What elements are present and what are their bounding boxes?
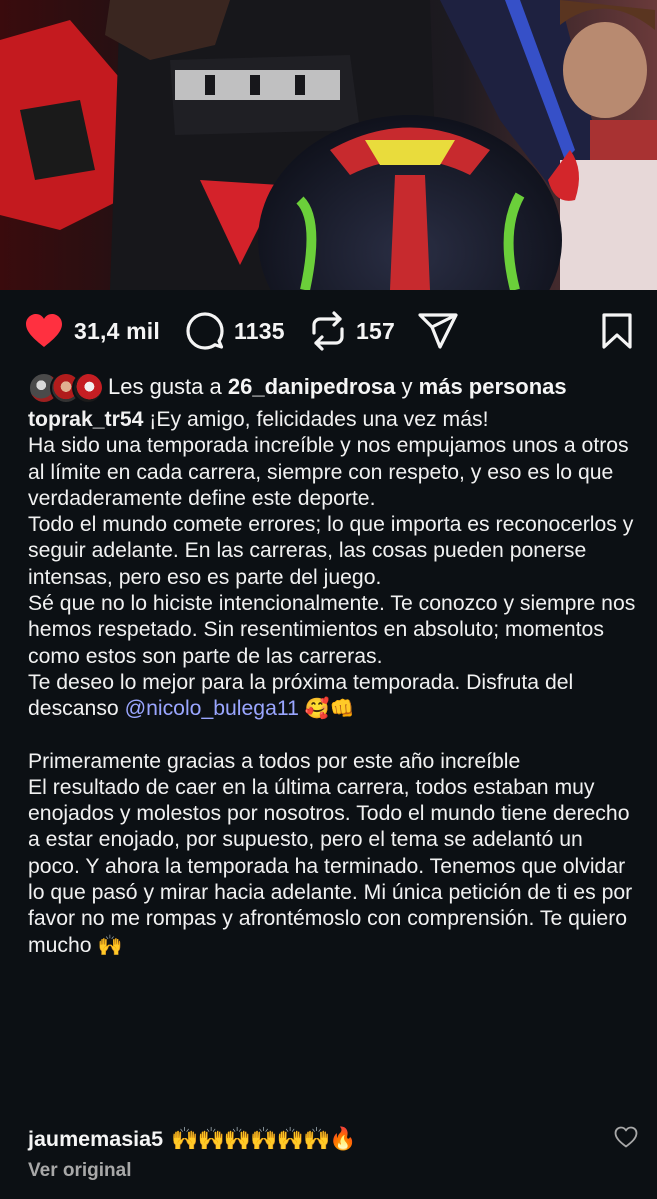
post-photo[interactable] <box>0 0 657 290</box>
caption-emoji: 🥰👊 <box>304 698 355 721</box>
caption-mention[interactable]: @nicolo_bulega11 <box>125 697 299 720</box>
comment-button[interactable]: 1135 <box>186 305 285 357</box>
caption-paragraph-6: El resultado de caer en la última carrer… <box>28 775 638 959</box>
like-button[interactable]: 31,4 mil <box>24 305 160 357</box>
comment-bubble-icon <box>186 312 224 350</box>
save-button[interactable] <box>601 305 633 357</box>
liked-by-others[interactable]: más personas <box>419 374 567 400</box>
post-photo-image <box>0 0 657 290</box>
caption-paragraph-4-text: Te deseo lo mejor para la próxima tempor… <box>28 670 574 721</box>
liked-by-joiner: y <box>401 374 413 399</box>
caption-paragraph-2: Todo el mundo comete errores; lo que imp… <box>28 513 634 589</box>
paper-plane-icon <box>418 313 458 349</box>
liker-avatars[interactable] <box>28 371 104 404</box>
comment-author[interactable]: jaumemasia5 <box>28 1127 163 1152</box>
comment-like-button[interactable] <box>614 1126 638 1153</box>
post-action-bar: 31,4 mil 1135 157 <box>0 305 657 357</box>
liked-by-prefix: Les gusta a <box>108 374 222 399</box>
comment-count[interactable]: 1135 <box>234 318 285 345</box>
liked-by-line[interactable]: Les gusta a 26_danipedrosa y más persona… <box>28 370 567 404</box>
comment-row: jaumemasia5 🙌🙌🙌🙌🙌🙌🔥 <box>28 1122 628 1156</box>
caption-paragraph-5: Primeramente gracias a todos por este añ… <box>28 749 521 773</box>
like-count[interactable]: 31,4 mil <box>74 318 160 345</box>
caption-paragraph-3: Sé que no lo hiciste intencionalmente. T… <box>28 592 636 668</box>
caption-paragraph-1: Ha sido una temporada increíble y nos em… <box>28 434 629 510</box>
repost-button[interactable]: 157 <box>310 305 395 357</box>
bookmark-icon <box>602 313 632 349</box>
caption-paragraph-4: Te deseo lo mejor para la próxima tempor… <box>28 670 638 723</box>
caption-first-line: toprak_tr54 ¡Ey amigo, felicidades una v… <box>28 407 638 433</box>
caption-paragraph-6-text: El resultado de caer en la última carrer… <box>28 775 633 957</box>
see-original-link[interactable]: Ver original <box>28 1160 131 1182</box>
avatar <box>72 372 104 404</box>
share-button[interactable] <box>418 305 458 357</box>
repost-icon <box>312 311 344 351</box>
caption-author[interactable]: toprak_tr54 <box>28 408 143 431</box>
comment-text: 🙌🙌🙌🙌🙌🙌🔥 <box>171 1126 357 1151</box>
caption-emoji-end: 🙌 <box>97 934 123 957</box>
caption-greeting: ¡Ey amigo, felicidades una vez más! <box>149 408 489 431</box>
repost-count[interactable]: 157 <box>356 318 395 345</box>
heart-icon <box>26 314 62 347</box>
heart-outline-icon <box>614 1126 638 1148</box>
post-caption: toprak_tr54 ¡Ey amigo, felicidades una v… <box>28 407 638 959</box>
liked-by-username[interactable]: 26_danipedrosa <box>228 374 396 400</box>
